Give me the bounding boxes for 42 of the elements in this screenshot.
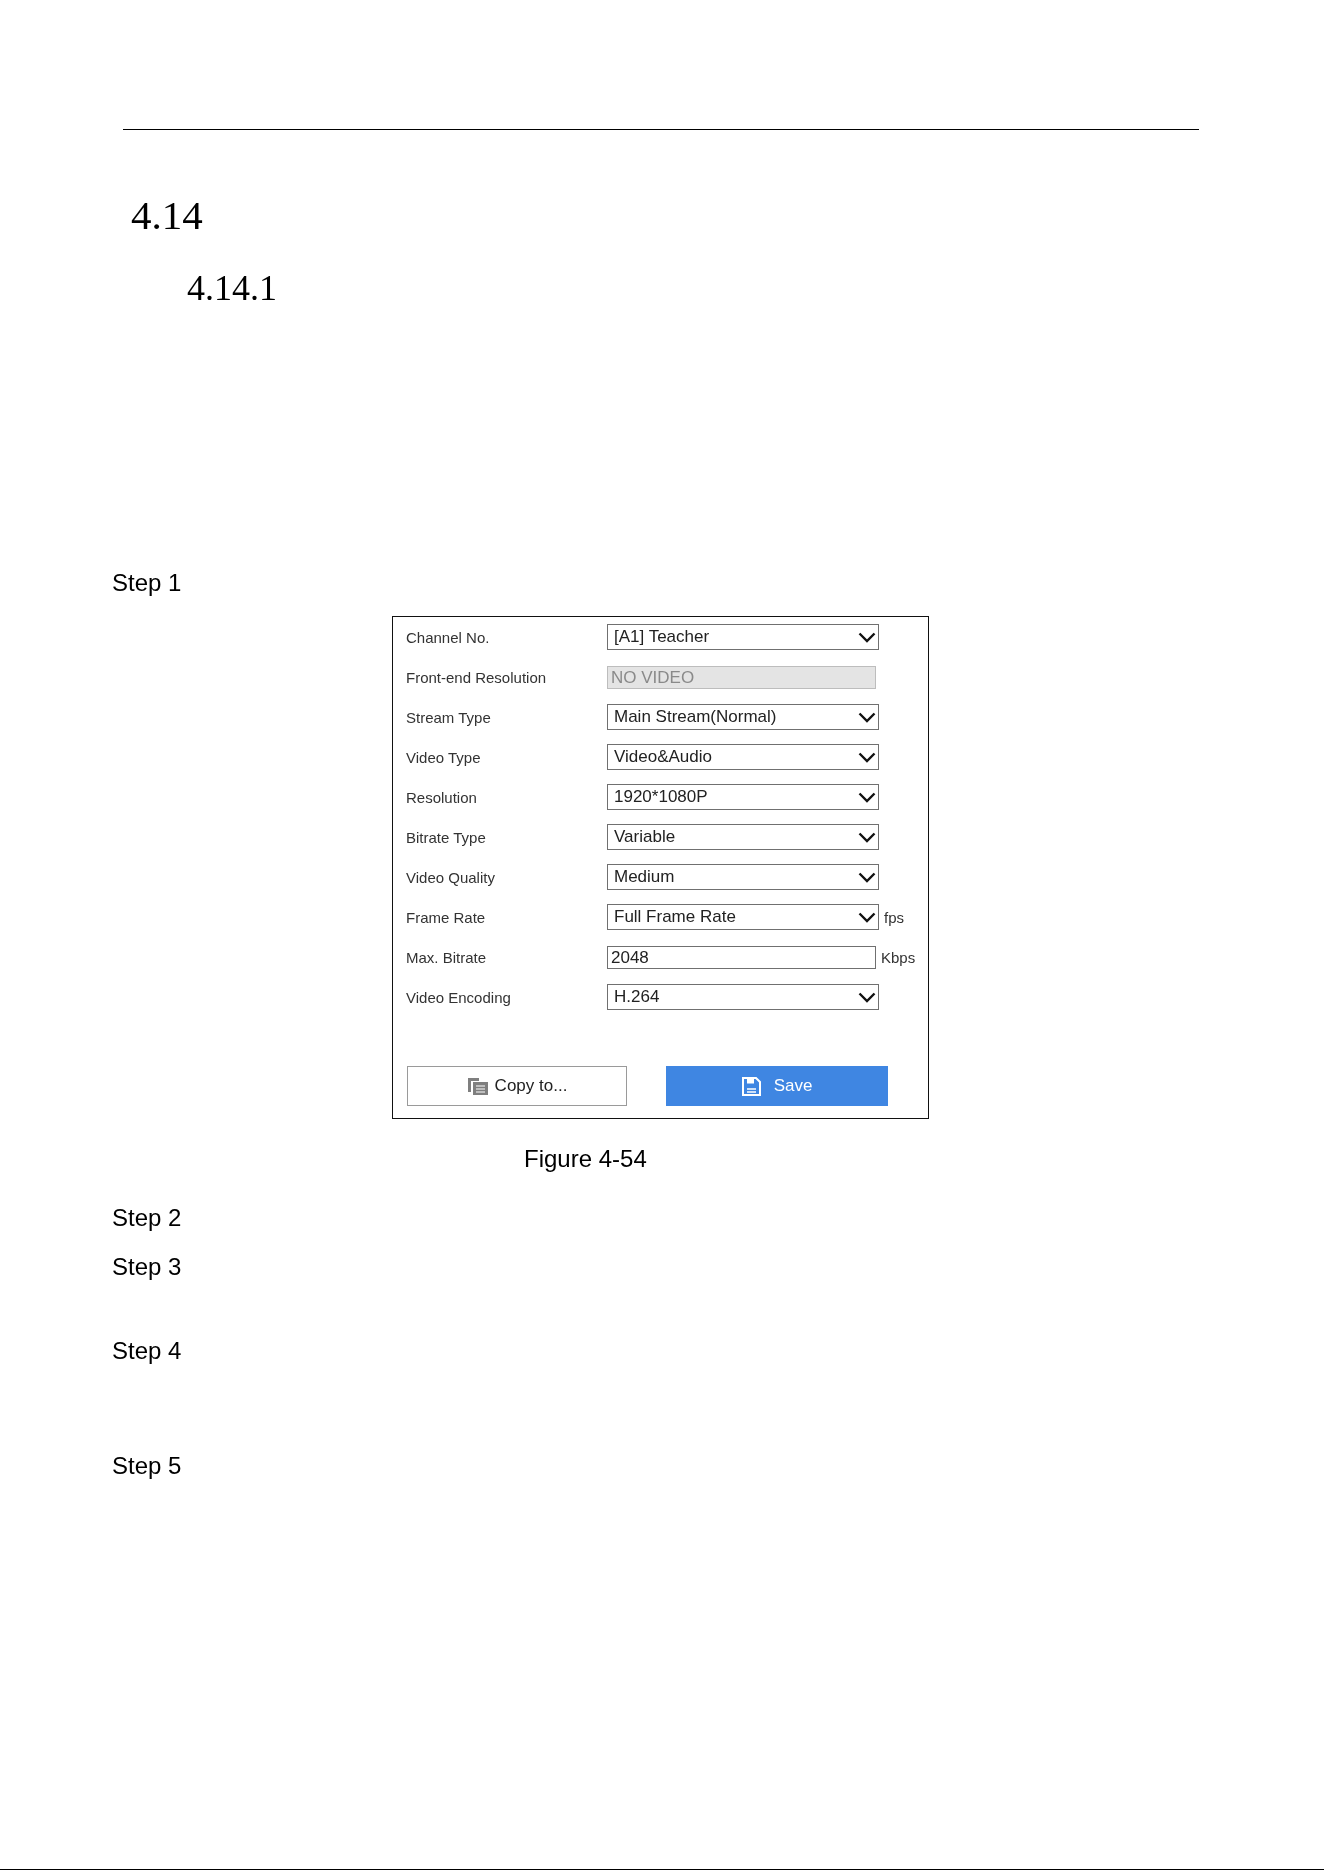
field-label: Video Quality (406, 868, 496, 886)
field-label: Resolution (406, 788, 478, 806)
dropdown[interactable]: Variable (607, 824, 879, 850)
unit-label: fps (884, 908, 904, 926)
chevron-icon (858, 711, 876, 723)
chevron-icon (858, 831, 876, 843)
figure-caption: Figure 4-54 (524, 1144, 647, 1174)
field-label: Video Encoding (406, 988, 512, 1006)
step-label: Step 2 (112, 1203, 182, 1233)
step-label: Step 3 (112, 1252, 182, 1282)
dropdown[interactable]: Full Frame Rate (607, 904, 879, 930)
step-label: Step 5 (112, 1451, 182, 1481)
field-label: Frame Rate (406, 908, 487, 926)
chevron-icon (858, 871, 876, 883)
field-label: Stream Type (406, 708, 492, 726)
text-field: NO VIDEO (607, 665, 876, 689)
dropdown[interactable]: 1920*1080P (607, 784, 879, 810)
chevron-icon (858, 791, 876, 803)
copy-icon (466, 1076, 489, 1096)
field-label: Max. Bitrate (406, 948, 488, 966)
save-button[interactable]: Save (666, 1066, 888, 1106)
field-label: Front-end Resolution (406, 668, 548, 686)
section-heading: 4.14 (131, 191, 203, 240)
dropdown[interactable]: Video&Audio (607, 744, 879, 770)
text-field[interactable]: 2048 (607, 945, 876, 969)
field-label: Bitrate Type (406, 828, 487, 846)
field-label: Video Type (406, 748, 482, 766)
step-label: Step 4 (112, 1336, 182, 1366)
dropdown[interactable]: Medium (607, 864, 879, 890)
unit-label: Kbps (881, 948, 916, 966)
chevron-icon (858, 991, 876, 1003)
save-icon (741, 1076, 761, 1096)
dropdown[interactable]: H.264 (607, 984, 879, 1010)
step-label: Step 1 (112, 568, 182, 598)
dropdown[interactable]: [A1] Teacher (607, 624, 879, 650)
subsection-heading: 4.14.1 (187, 267, 277, 310)
chevron-icon (858, 751, 876, 763)
copy-button[interactable]: Copy to... (407, 1066, 627, 1106)
chevron-icon (858, 911, 876, 923)
chevron-icon (858, 631, 876, 643)
field-label: Channel No. (406, 628, 491, 646)
dropdown[interactable]: Main Stream(Normal) (607, 704, 879, 730)
